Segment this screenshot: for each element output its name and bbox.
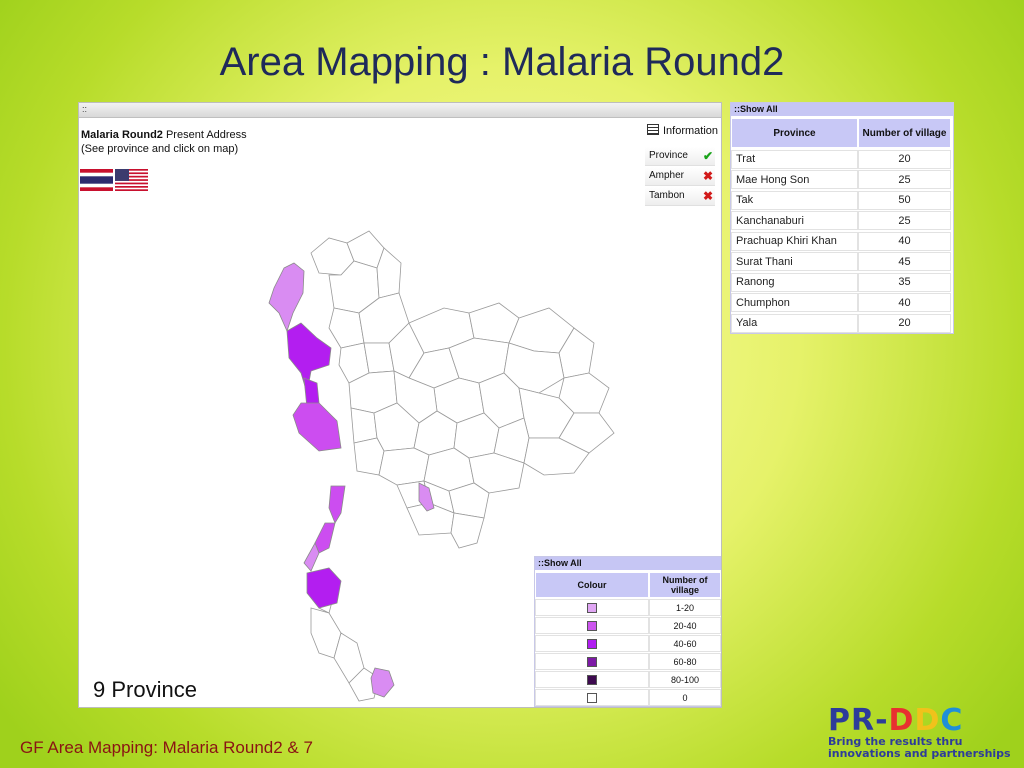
pr-ddc-logo: PR-DDC Bring the results thru innovation… <box>828 706 1018 762</box>
province-prachuap <box>328 485 346 524</box>
table-row[interactable]: Surat Thani 45 <box>731 252 953 271</box>
colour-swatch <box>587 620 597 631</box>
province-village-table: ::Show All Province Number of village Tr… <box>730 102 954 334</box>
map-hint: (See province and click on map) <box>81 143 239 155</box>
province-kanchanaburi <box>292 402 342 452</box>
legend-row: 20-40 <box>535 617 721 634</box>
level-ampher[interactable]: Ampher ✖ <box>645 167 715 186</box>
legend-header-colour: Colour <box>535 572 649 598</box>
table-row[interactable]: Trat 20 <box>731 149 953 169</box>
legend-row: 60-80 <box>535 653 721 670</box>
check-icon: ✔ <box>702 149 713 163</box>
province-central-9 <box>353 437 385 476</box>
province-central-10 <box>378 447 430 486</box>
province-ranong <box>303 542 320 572</box>
colour-swatch <box>587 602 597 613</box>
colour-legend-table: ::Show All Colour Number of village 1-20… <box>534 556 721 707</box>
colour-swatch <box>587 692 597 703</box>
table-row[interactable]: Ranong 35 <box>731 272 953 292</box>
logo-wordmark: PR-DDC <box>828 703 964 738</box>
thai-flag-icon[interactable] <box>80 169 113 191</box>
legend-header-count: Number of village <box>649 572 721 598</box>
province-central-3 <box>350 407 378 444</box>
province-east-5 <box>450 512 485 549</box>
level-province[interactable]: Province ✔ <box>645 147 715 166</box>
table-row[interactable]: Tak 50 <box>731 190 953 210</box>
legend-show-all[interactable]: ::Show All <box>535 557 721 570</box>
legend-row: 0 <box>535 689 721 706</box>
colour-swatch <box>587 638 597 649</box>
us-flag-icon[interactable] <box>115 169 148 191</box>
table-row[interactable]: Prachuap Khiri Khan 40 <box>731 231 953 251</box>
cross-icon: ✖ <box>702 169 713 183</box>
province-header: Province <box>731 118 858 148</box>
village-count-header: Number of village <box>858 118 951 148</box>
province-north-5 <box>328 307 365 349</box>
province-chumphon <box>314 522 336 554</box>
slide-title: Area Mapping : Malaria Round2 <box>219 40 785 84</box>
level-filter-list: Province ✔ Ampher ✖ Tambon ✖ <box>645 147 715 207</box>
province-mae-hong-son <box>268 262 305 333</box>
table-row[interactable]: Mae Hong Son 25 <box>731 170 953 189</box>
map-title: Malaria Round2 Present Address <box>81 129 247 141</box>
slide-footer: GF Area Mapping: Malaria Round2 & 7 <box>20 738 313 757</box>
province-yala <box>370 667 395 698</box>
logo-tagline-2: innovations and partnerships <box>828 747 1011 760</box>
province-surat-thani <box>306 567 342 609</box>
table-row[interactable]: Kanchanaburi 25 <box>731 211 953 230</box>
info-list-icon <box>647 124 659 135</box>
table-row[interactable]: Chumphon 40 <box>731 293 953 312</box>
information-button[interactable]: Information <box>647 124 718 137</box>
map-panel: :: Malaria Round2 Present Address (See p… <box>78 102 722 708</box>
table-row[interactable]: Yala 20 <box>731 313 953 333</box>
colour-swatch <box>587 656 597 667</box>
cross-icon: ✖ <box>702 189 713 203</box>
legend-row: 1-20 <box>535 599 721 616</box>
level-tambon[interactable]: Tambon ✖ <box>645 187 715 206</box>
colour-swatch <box>587 674 597 685</box>
legend-row: 80-100 <box>535 671 721 688</box>
province-show-all[interactable]: ::Show All <box>731 103 953 116</box>
legend-row: 40-60 <box>535 635 721 652</box>
province-count-label: 9 Province <box>93 677 197 702</box>
